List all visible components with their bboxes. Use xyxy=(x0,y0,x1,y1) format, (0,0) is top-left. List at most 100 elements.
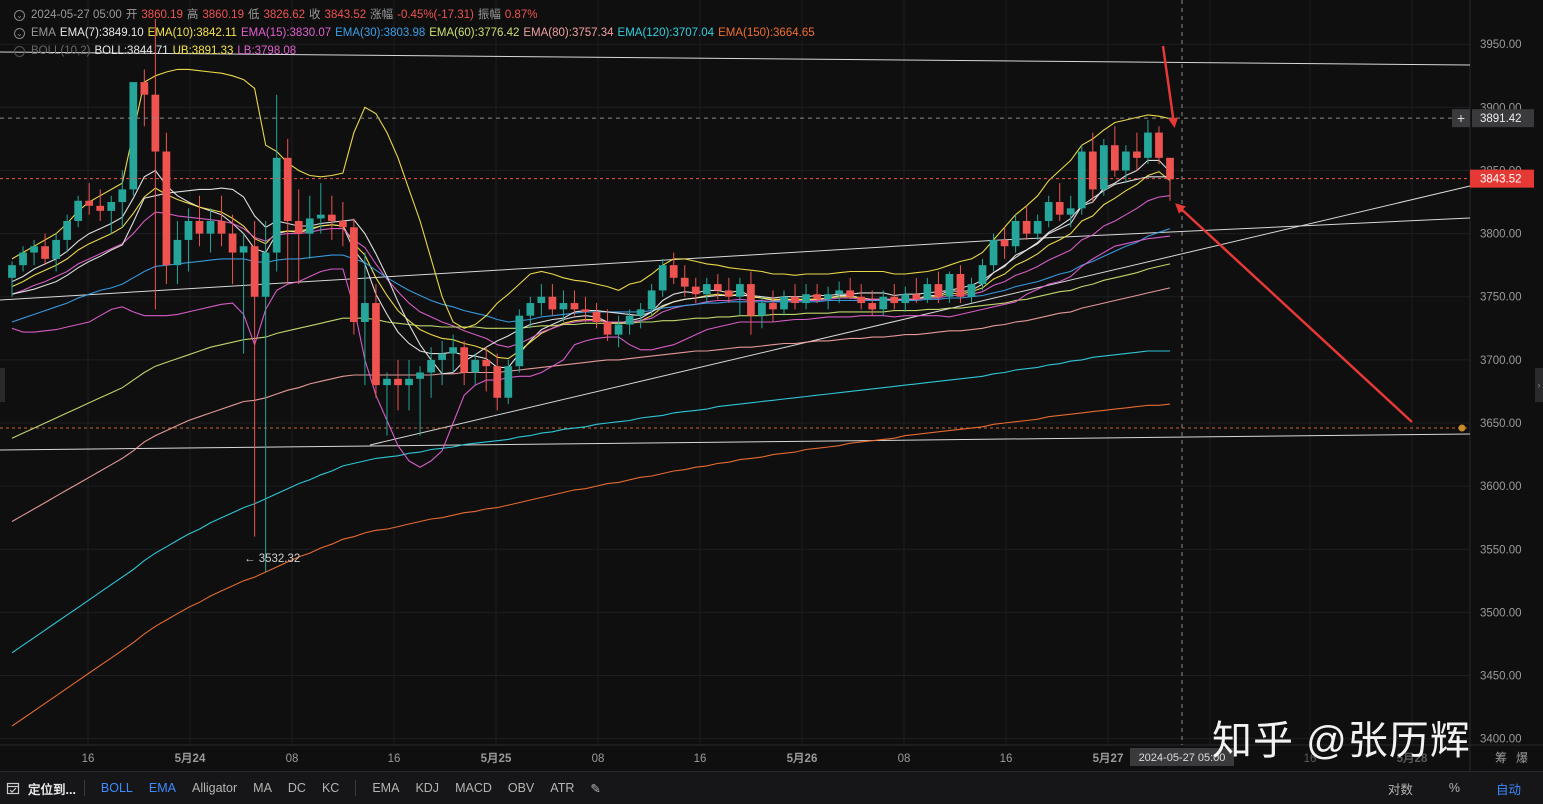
percent-scale-toggle[interactable]: % xyxy=(1449,781,1460,795)
candle-body xyxy=(614,324,623,335)
amp-value: 0.87% xyxy=(504,9,538,21)
candle-body xyxy=(956,274,965,297)
candle-body xyxy=(1144,132,1152,158)
candle-body xyxy=(1110,145,1119,171)
price-tick-label: 3650.00 xyxy=(1480,418,1522,430)
time-tick-label: 08 xyxy=(592,753,605,765)
indicator-toolbar: 定位到... BOLL EMA Alligator MA DC KC EMA K… xyxy=(0,771,1543,804)
candle-body xyxy=(250,246,259,297)
candle-body xyxy=(548,296,557,310)
change-value: -0.45%(-17.31) xyxy=(397,9,474,21)
high-value: 3860.19 xyxy=(202,9,244,21)
candle-body xyxy=(868,303,877,310)
candle-body xyxy=(824,294,832,300)
level-marker xyxy=(1458,424,1466,432)
candle-body xyxy=(1099,145,1108,190)
boll-legend-name: BOLL(10,2) xyxy=(31,45,91,57)
ema-legend-item: EMA(80):3757.34 xyxy=(523,27,614,39)
candle-body xyxy=(978,265,987,285)
candle-body xyxy=(515,315,524,367)
toolbar-kc[interactable]: KC xyxy=(322,781,339,795)
price-tick-label: 3750.00 xyxy=(1480,292,1522,304)
toolbar-dc[interactable]: DC xyxy=(288,781,306,795)
time-tick-label: 16 xyxy=(694,753,707,765)
auto-scale-toggle[interactable]: 自动 xyxy=(1496,779,1521,798)
eye-icon[interactable] xyxy=(14,45,25,57)
collapse-icon[interactable]: ⌄ xyxy=(14,9,25,21)
low-price-marker: ← 3532.32 xyxy=(244,553,300,565)
open-label: 开 xyxy=(125,9,138,21)
toolbar-ma[interactable]: MA xyxy=(253,781,272,795)
price-tick-label: 3950.00 xyxy=(1480,39,1522,51)
ema-legend-name: EMA xyxy=(31,27,56,39)
candle-body xyxy=(1122,151,1130,171)
candle-body xyxy=(879,296,888,310)
collapse-icon[interactable]: ⌄ xyxy=(14,27,25,39)
candle-body xyxy=(63,220,72,240)
candle-body xyxy=(162,151,171,266)
candle-body xyxy=(449,347,458,354)
price-tick-label: 3700.00 xyxy=(1480,355,1522,367)
candle-body xyxy=(361,303,369,322)
ohlc-time: 2024-05-27 05:00 xyxy=(31,9,122,21)
chip-label: 筹 xyxy=(1495,751,1507,765)
candle-body xyxy=(647,290,656,310)
candle-body xyxy=(184,220,193,240)
candle-body xyxy=(636,309,645,316)
toolbar-divider xyxy=(83,780,85,796)
toolbar-atr[interactable]: ATR xyxy=(550,781,574,795)
candle-body xyxy=(129,82,138,190)
candle xyxy=(350,218,358,335)
candle-body xyxy=(1155,132,1163,158)
candle-body xyxy=(1055,202,1064,215)
edit-indicators-icon[interactable]: ✎ xyxy=(590,781,600,796)
candle-body xyxy=(383,378,391,386)
change-label: 涨幅 xyxy=(370,9,394,21)
candle-body xyxy=(769,303,777,310)
toolbar-kdj[interactable]: KDJ xyxy=(415,781,439,795)
boll-legend-row[interactable]: BOLL(10,2) BOLL:3844.71 UB:3891.33 LB:3798… xyxy=(14,42,300,60)
ema-legend-row[interactable]: ⌄ EMA EMA(7):3849.10 EMA(10):3842.11 EMA(1… xyxy=(14,24,819,42)
candle-body xyxy=(372,303,380,386)
price-tick-label: 3500.00 xyxy=(1480,607,1522,619)
candle-body xyxy=(713,284,722,291)
toolbar-ema[interactable]: EMA xyxy=(149,781,176,795)
candle-body xyxy=(1011,220,1020,247)
boll-legend-item: BOLL:3844.71 xyxy=(94,45,169,57)
candle-body xyxy=(581,309,590,312)
locate-button[interactable]: 定位到... xyxy=(6,779,76,798)
candle-body xyxy=(802,294,810,304)
toolbar-macd[interactable]: MACD xyxy=(455,781,492,795)
price-tick-label: 3600.00 xyxy=(1480,481,1522,493)
candle-body xyxy=(835,290,844,295)
candle-body xyxy=(1066,208,1075,215)
toolbar-sub-ema[interactable]: EMA xyxy=(372,781,399,795)
chart-background xyxy=(0,0,1543,771)
toolbar-boll[interactable]: BOLL xyxy=(101,781,133,795)
candle-body xyxy=(912,294,921,300)
candle-body xyxy=(416,372,424,379)
right-scroll-handle[interactable]: › xyxy=(1535,368,1543,402)
ema-legend-item: EMA(15):3830.07 xyxy=(240,27,332,39)
close-value: 3843.52 xyxy=(324,9,367,21)
left-scroll-handle[interactable] xyxy=(0,368,5,402)
candle-body xyxy=(1166,157,1174,180)
log-scale-toggle[interactable]: 对数 xyxy=(1388,779,1413,798)
candle-body xyxy=(471,359,480,373)
candle-body xyxy=(691,286,700,295)
candle-body xyxy=(206,220,215,234)
time-tick-label: 5月26 xyxy=(787,752,818,765)
candle-body xyxy=(261,252,270,297)
amp-label: 振幅 xyxy=(477,9,501,21)
candle-body xyxy=(74,200,83,221)
candle-body xyxy=(493,366,502,398)
toolbar-obv[interactable]: OBV xyxy=(508,781,534,795)
candle xyxy=(162,132,171,285)
time-tick-label: 16 xyxy=(388,753,401,765)
candle-body xyxy=(559,303,568,310)
toolbar-alligator[interactable]: Alligator xyxy=(192,781,237,795)
candle-body xyxy=(30,246,38,253)
candle-body xyxy=(427,359,435,373)
candle-body xyxy=(934,284,943,297)
price-chart[interactable]: 3950.003900.003850.003800.003750.003700.… xyxy=(0,0,1543,771)
